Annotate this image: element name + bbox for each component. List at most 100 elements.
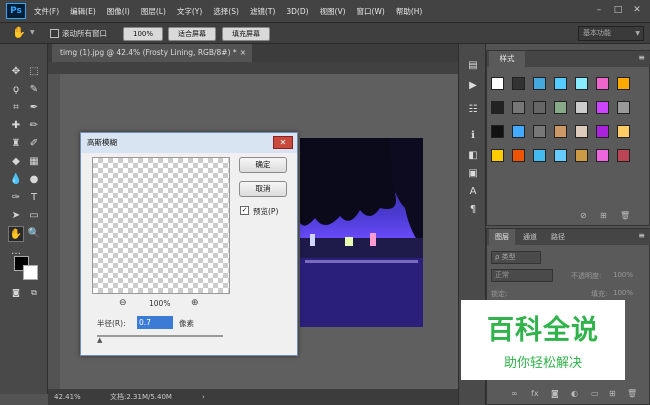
paragraph-panel-icon[interactable]: ¶ [465, 202, 481, 218]
tab-styles[interactable]: 样式 [489, 51, 525, 67]
style-swatch[interactable] [575, 149, 588, 162]
properties-panel-icon[interactable]: ☷ [465, 102, 481, 118]
style-swatch[interactable] [533, 149, 546, 162]
layer-style-icon[interactable]: fx [531, 389, 539, 398]
link-layers-icon[interactable]: ∞ [511, 389, 518, 398]
style-swatch[interactable] [554, 77, 567, 90]
style-swatch[interactable] [554, 101, 567, 114]
status-arrow-icon[interactable]: › [202, 389, 205, 405]
panel-menu-icon[interactable]: ≡ [638, 231, 645, 240]
zoom-level[interactable]: 42.41% [54, 389, 81, 405]
fill-screen-button[interactable]: 填充屏幕 [222, 27, 270, 41]
menu-file[interactable]: 文件(F) [34, 6, 59, 17]
delete-style-icon[interactable]: 🗑 [620, 211, 630, 220]
background-color-swatch[interactable] [23, 265, 38, 280]
group-icon[interactable]: ▭ [591, 389, 599, 398]
shape-tool-icon[interactable]: ▭ [26, 208, 42, 224]
minimize-icon[interactable]: – [592, 3, 606, 17]
new-style-icon[interactable]: ⊞ [600, 211, 607, 220]
zoom-100-button[interactable]: 100% [123, 27, 163, 41]
tab-layers[interactable]: 图层 [489, 229, 515, 245]
info-panel-icon[interactable]: ℹ [465, 128, 481, 144]
blend-mode-select[interactable]: 正常 [491, 269, 553, 282]
zoom-in-icon[interactable]: ⊕ [191, 298, 199, 308]
menu-edit[interactable]: 编辑(E) [70, 6, 96, 17]
clear-style-icon[interactable]: ⊘ [580, 211, 587, 220]
type-tool-icon[interactable]: T [26, 190, 42, 206]
document-tab[interactable]: timg (1).jpg @ 42.4% (Frosty Lining, RGB… [52, 44, 252, 62]
swatches-panel-icon[interactable]: ▣ [465, 166, 481, 182]
menu-image[interactable]: 图像(I) [107, 6, 130, 17]
preview-checkbox[interactable]: ✓ [240, 206, 249, 215]
fit-screen-button[interactable]: 适合屏幕 [168, 27, 216, 41]
actions-play-icon[interactable]: ▶ [465, 78, 481, 94]
document-image[interactable] [300, 138, 423, 327]
style-swatch[interactable] [491, 101, 504, 114]
fill-value[interactable]: 100% [613, 289, 633, 297]
eyedropper-tool-icon[interactable]: ✒ [26, 100, 42, 116]
menu-select[interactable]: 选择(S) [213, 6, 239, 17]
eraser-tool-icon[interactable]: ◆ [8, 154, 24, 170]
pen-tool-icon[interactable]: ✑ [8, 190, 24, 206]
tool-preset-arrow-icon[interactable]: ▼ [30, 29, 35, 36]
delete-layer-icon[interactable]: 🗑 [627, 389, 637, 398]
marquee-tool-icon[interactable]: ⬚ [26, 64, 42, 80]
character-panel-icon[interactable]: A [465, 184, 481, 200]
gradient-tool-icon[interactable]: ▦ [26, 154, 42, 170]
close-icon[interactable]: ✕ [630, 3, 644, 17]
radius-input[interactable]: 0.7 [137, 316, 173, 329]
dialog-close-button[interactable]: ✕ [273, 136, 293, 149]
style-swatch[interactable] [491, 149, 504, 162]
dodge-tool-icon[interactable]: ● [26, 172, 42, 188]
style-swatch[interactable] [596, 101, 609, 114]
style-swatch[interactable] [617, 149, 630, 162]
layer-mask-icon[interactable]: ◙ [551, 389, 559, 398]
healing-tool-icon[interactable]: ✚ [8, 118, 24, 134]
crop-tool-icon[interactable]: ⌗ [8, 100, 24, 116]
menu-filter[interactable]: 滤镜(T) [250, 6, 275, 17]
layer-kind-filter[interactable]: ρ 类型 [491, 251, 541, 264]
move-tool-icon[interactable]: ✥ [8, 64, 24, 80]
opacity-value[interactable]: 100% [613, 271, 633, 279]
style-swatch[interactable] [575, 125, 588, 138]
zoom-tool-icon[interactable]: 🔍 [26, 226, 42, 242]
menu-3d[interactable]: 3D(D) [286, 7, 308, 16]
style-swatch[interactable] [554, 125, 567, 138]
style-swatch[interactable] [512, 149, 525, 162]
menu-type[interactable]: 文字(Y) [177, 6, 202, 17]
style-swatch[interactable] [617, 101, 630, 114]
menu-help[interactable]: 帮助(H) [396, 6, 423, 17]
tab-paths[interactable]: 路径 [545, 229, 571, 245]
lasso-tool-icon[interactable]: ϙ [8, 82, 24, 98]
style-swatch[interactable] [617, 77, 630, 90]
ok-button[interactable]: 确定 [239, 157, 287, 173]
style-swatch[interactable] [512, 101, 525, 114]
style-swatch[interactable] [491, 125, 504, 138]
path-select-tool-icon[interactable]: ➤ [8, 208, 24, 224]
screen-mode-icon[interactable]: ⧉ [26, 285, 42, 301]
style-swatch[interactable] [512, 77, 525, 90]
hand-tool-icon[interactable]: ✋ [12, 26, 26, 39]
style-swatch[interactable] [575, 77, 588, 90]
cancel-button[interactable]: 取消 [239, 181, 287, 197]
history-brush-tool-icon[interactable]: ✐ [26, 136, 42, 152]
hand-tool-icon[interactable]: ✋ [8, 226, 24, 242]
new-layer-icon[interactable]: ⊞ [609, 389, 616, 398]
style-swatch[interactable] [596, 125, 609, 138]
style-swatch[interactable] [533, 101, 546, 114]
menu-window[interactable]: 窗口(W) [357, 6, 385, 17]
history-panel-icon[interactable]: ▤ [465, 58, 481, 74]
stamp-tool-icon[interactable]: ♜ [8, 136, 24, 152]
blur-preview[interactable] [92, 157, 230, 294]
style-swatch[interactable] [596, 77, 609, 90]
workspace-select[interactable]: 基本功能 ▼ [578, 26, 644, 41]
adjustment-layer-icon[interactable]: ◐ [571, 389, 578, 398]
brush-tool-icon[interactable]: ✏ [26, 118, 42, 134]
style-swatch[interactable] [533, 77, 546, 90]
tab-channels[interactable]: 通道 [517, 229, 543, 245]
close-tab-icon[interactable]: × [240, 44, 246, 62]
zoom-out-icon[interactable]: ⊖ [119, 298, 127, 308]
style-swatch[interactable] [596, 149, 609, 162]
menu-layer[interactable]: 图层(L) [141, 6, 166, 17]
style-swatch[interactable] [491, 77, 504, 90]
